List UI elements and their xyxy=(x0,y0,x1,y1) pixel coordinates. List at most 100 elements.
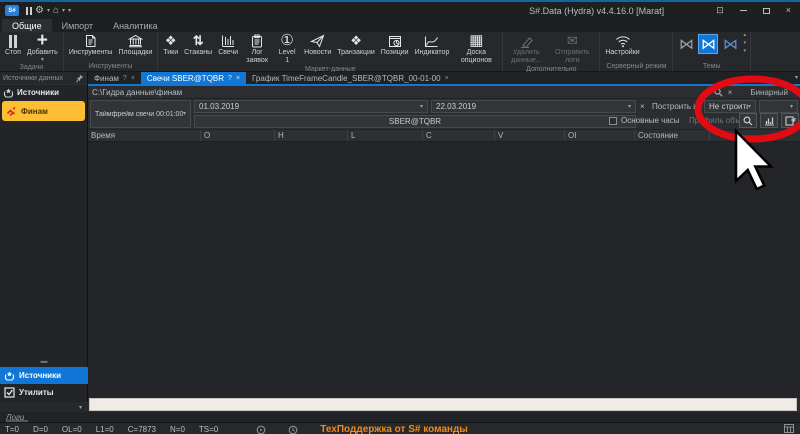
close-icon[interactable]: × xyxy=(236,75,240,82)
button-label: Позиции xyxy=(381,49,409,57)
horizontal-scrollbar[interactable] xyxy=(89,398,797,411)
tree-node-sources[interactable]: Источники xyxy=(0,85,87,100)
wifi-icon xyxy=(615,33,631,49)
restore-button[interactable] xyxy=(763,8,770,14)
candles-table-body[interactable] xyxy=(88,142,800,398)
sidebar-collapse-bar[interactable]: ▾ xyxy=(0,402,88,412)
add-button[interactable]: + Добавить ▾ xyxy=(24,32,61,64)
themes-scroll-down-icon[interactable]: ▾ xyxy=(743,40,746,46)
tab-chart-timeframecandle[interactable]: График TimeFrameCandle_SBER@TQBR_00-01-0… xyxy=(246,72,455,84)
chevron-down-icon[interactable]: ▾ xyxy=(47,8,50,14)
timeframe-value: Таймфрейм свечи 00:01:00 xyxy=(95,111,183,118)
button-label: Тики xyxy=(163,49,178,57)
clear-icon[interactable]: × xyxy=(728,88,733,97)
clear-icon[interactable]: × xyxy=(640,102,645,111)
nav-item-utilities[interactable]: Утилиты xyxy=(0,384,88,401)
ticks-button[interactable]: ❖ Тики xyxy=(160,32,181,58)
search-candles-button[interactable] xyxy=(739,113,757,128)
positions-button[interactable]: Позиции xyxy=(378,32,412,58)
erase-data-button[interactable]: Удалить данные... xyxy=(505,32,547,66)
envelope-icon: ✉ xyxy=(567,33,578,49)
ribbon-options-icon[interactable]: ⊡ xyxy=(716,6,724,15)
options-board-button[interactable]: ▦ Доска опционов xyxy=(452,32,500,66)
connection-status-icon[interactable] xyxy=(288,425,298,434)
gear-icon[interactable]: ⚙ xyxy=(35,6,44,16)
home-icon[interactable]: ⌂ xyxy=(53,6,59,16)
button-label: Площадки xyxy=(118,49,152,57)
instruments-button[interactable]: Инструменты xyxy=(66,32,116,58)
news-button[interactable]: Новости xyxy=(301,32,334,58)
button-label: Транзакции xyxy=(337,49,375,57)
level1-button[interactable]: ① Level 1 xyxy=(273,32,301,66)
security-field[interactable]: SBER@TQBR xyxy=(194,115,636,128)
column-header-volume[interactable]: V xyxy=(495,130,565,141)
ribbon-group-themes: ⋈ ⋈ ⋈ ▴ ▾ ▾ Темы xyxy=(673,32,751,71)
sidebar-filter-box[interactable]: Источники данных xyxy=(0,72,87,85)
boards-button[interactable]: Площадки xyxy=(115,32,155,58)
themes-scroll-up-icon[interactable]: ▴ xyxy=(743,32,746,38)
orderbooks-button[interactable]: ⇅ Стаканы xyxy=(181,32,215,58)
storage-format-value[interactable]: Бинарный xyxy=(750,88,788,97)
timeframe-combobox[interactable]: Таймфрейм свечи 00:01:00 ▾ xyxy=(90,100,191,128)
column-header-oi[interactable]: OI xyxy=(565,130,635,141)
tree-node-finam[interactable]: Финам xyxy=(2,101,85,121)
tab-candles-sber[interactable]: Свечи SBER@TQBR ? × xyxy=(141,72,246,84)
build-from-value: Не строить xyxy=(709,102,748,111)
order-log-button[interactable]: Лог заявок xyxy=(241,32,273,66)
candles-button[interactable]: Свечи xyxy=(215,32,241,58)
column-header-open[interactable]: O xyxy=(201,130,275,141)
settings-button[interactable]: Настройки xyxy=(602,32,642,58)
themes-more-icon[interactable]: ▾ xyxy=(743,48,746,54)
nav-item-sources[interactable]: Источники xyxy=(0,367,88,384)
chart-button[interactable] xyxy=(760,113,778,128)
column-header-low[interactable]: L xyxy=(348,130,423,141)
tab-strip-more-icon[interactable]: ▾ xyxy=(795,74,798,81)
column-header-time[interactable]: Время xyxy=(88,130,201,141)
column-header-high[interactable]: H xyxy=(275,130,348,141)
support-link[interactable]: ТехПоддержка от S# команды xyxy=(320,424,468,434)
chevron-down-icon: ▾ xyxy=(41,57,44,63)
build-from-combobox[interactable]: Не строить ▾ xyxy=(704,100,756,113)
send-logs-button[interactable]: ✉ Отправить логи xyxy=(547,32,597,66)
date-to-picker[interactable]: 22.03.2019 ▾ xyxy=(431,100,636,113)
grid-corner-icon[interactable] xyxy=(784,424,794,433)
button-label: Настройки xyxy=(605,49,639,57)
app-logo-icon[interactable]: S# xyxy=(5,5,19,16)
theme-swatch-dark[interactable]: ⋈ xyxy=(676,34,696,54)
chevron-down-icon[interactable]: ▾ xyxy=(706,89,709,95)
indicator-button[interactable]: Индикатор xyxy=(412,32,453,58)
column-header-close[interactable]: C xyxy=(423,130,495,141)
close-icon[interactable]: × xyxy=(445,75,449,82)
chevron-down-icon: ▾ xyxy=(628,104,631,110)
transactions-button[interactable]: ❖ Транзакции xyxy=(334,32,378,58)
app-window: S# ⚙▾ ⌂▾ ▾ S#.Data (Hydra) v4.4.16.0 [Ma… xyxy=(0,0,800,434)
date-from-picker[interactable]: 01.03.2019 ▾ xyxy=(194,100,428,113)
chevron-down-icon: ▾ xyxy=(790,104,793,110)
sidebar-splitter[interactable]: ▬ xyxy=(0,358,88,365)
secondary-combobox[interactable]: ▾ xyxy=(759,100,798,113)
chevron-down-icon[interactable]: ▾ xyxy=(793,89,796,95)
ribbon-tab-analytics[interactable]: Аналитика xyxy=(103,19,168,32)
chevron-down-icon[interactable]: ▾ xyxy=(62,8,65,14)
column-header-state[interactable]: Состояние xyxy=(635,130,710,141)
main-hours-checkbox[interactable] xyxy=(609,117,617,125)
sync-status-icon[interactable] xyxy=(256,425,266,434)
pin-icon[interactable] xyxy=(76,74,84,83)
help-icon[interactable]: ? xyxy=(228,75,232,82)
security-value: SBER@TQBR xyxy=(389,117,441,126)
close-icon[interactable]: × xyxy=(131,75,135,82)
tab-finam[interactable]: Финам ? × xyxy=(88,72,141,84)
export-dropdown-icon[interactable]: ▾ xyxy=(793,117,796,123)
close-button[interactable]: × xyxy=(786,6,791,15)
theme-swatch-blue[interactable]: ⋈ xyxy=(720,34,740,54)
stop-button[interactable]: Стоп xyxy=(2,32,24,58)
export-button[interactable] xyxy=(781,113,799,128)
minimize-button[interactable] xyxy=(740,10,747,11)
quick-access-more-icon[interactable]: ▾ xyxy=(68,8,71,14)
pause-quick-icon[interactable] xyxy=(26,7,32,15)
theme-swatch-selected[interactable]: ⋈ xyxy=(698,34,718,54)
search-icon[interactable] xyxy=(714,88,723,97)
help-icon[interactable]: ? xyxy=(123,75,127,82)
ribbon-tab-import[interactable]: Импорт xyxy=(52,19,103,32)
sources-jar-icon xyxy=(4,371,15,381)
